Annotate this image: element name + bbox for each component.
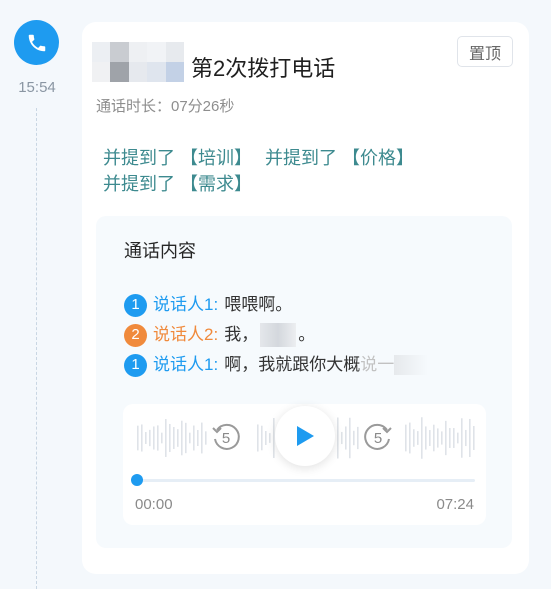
redacted-text	[260, 323, 297, 347]
timeline-line	[36, 108, 37, 589]
waveform-bar	[473, 425, 475, 451]
waveform-bar	[205, 431, 207, 445]
pin-to-top-button[interactable]: 置顶	[457, 36, 513, 67]
waveform-bar	[469, 418, 471, 458]
call-time: 15:54	[18, 79, 56, 96]
waveform-bar	[185, 422, 187, 454]
waveform-bar	[137, 425, 139, 451]
waveform-bar	[453, 428, 455, 448]
waveform-bar	[353, 430, 355, 446]
current-time: 00:00	[135, 496, 173, 513]
waveform-bar	[173, 427, 175, 449]
skip-back-seconds: 5	[222, 430, 230, 447]
speech-text-end: 。	[298, 325, 316, 344]
play-button[interactable]	[275, 406, 335, 466]
call-content-panel: 通话内容 1 说话人1 : 喂喂啊。 2 说话人2 : 我， 。 1 说话人1 …	[96, 216, 512, 548]
speaker-number-badge: 2	[124, 323, 147, 347]
mention-demand: 并提到了 【需求】	[103, 174, 253, 194]
waveform-bar	[405, 424, 407, 452]
content-heading: 通话内容	[124, 241, 196, 261]
waveform-bar	[269, 433, 271, 443]
waveform-bar	[341, 431, 343, 445]
waveform-bar	[257, 424, 259, 452]
waveform-bar	[433, 424, 435, 452]
call-record-card: 第2次拨打电话 置顶 通话时长：07分26秒 并提到了 【培训】 并提到了 【价…	[82, 22, 529, 574]
waveform-bar	[465, 429, 467, 447]
speaker-colon: :	[213, 325, 219, 344]
waveform-bar	[201, 422, 203, 454]
transcript-line[interactable]: 2 说话人2 : 我， 。	[124, 323, 315, 347]
speaker-label: 说话人1	[153, 355, 214, 374]
waveform-bar	[457, 432, 459, 444]
waveform-bar	[449, 428, 451, 448]
transcript-line[interactable]: 1 说话人1 : 啊，我就跟你大概 说一	[124, 353, 429, 377]
waveform-bar	[157, 425, 159, 451]
waveform-bar	[193, 425, 195, 451]
waveform-bar	[357, 426, 359, 450]
mention-price: 并提到了 【价格】	[265, 148, 415, 168]
skip-forward-seconds: 5	[374, 430, 382, 447]
skip-back-icon[interactable]: 5	[209, 420, 243, 454]
waveform-bar	[165, 419, 167, 457]
text-fade-overlay	[394, 355, 429, 375]
phone-badge	[14, 20, 59, 65]
speaker-label: 说话人2	[153, 325, 214, 344]
audio-player: 5 5 00:00 07:24	[123, 404, 486, 525]
progress-handle[interactable]	[131, 474, 143, 486]
speaker-label: 说话人1	[153, 295, 214, 314]
speaker-number-badge: 1	[124, 353, 147, 377]
speaker-number-badge: 1	[124, 293, 147, 317]
waveform-bar	[417, 431, 419, 445]
waveform-bar	[145, 432, 147, 444]
waveform-bar	[141, 424, 143, 452]
call-duration: 通话时长：07分26秒	[96, 98, 235, 115]
waveform-bar	[149, 429, 151, 447]
phone-icon	[28, 34, 45, 51]
waveform-bar	[169, 423, 171, 453]
waveform-bar	[429, 430, 431, 446]
total-time: 07:24	[436, 496, 474, 513]
speaker-colon: :	[213, 295, 219, 314]
waveform-bar	[189, 432, 191, 444]
waveform-bar	[445, 420, 447, 456]
waveform-bar	[413, 429, 415, 447]
waveform-bar	[437, 428, 439, 448]
waveform-bar	[177, 429, 179, 447]
waveform-bar	[161, 432, 163, 444]
waveform-bar	[153, 426, 155, 450]
avatar	[92, 42, 184, 82]
waveform-bar	[337, 417, 339, 459]
speech-text: 啊，我就跟你大概	[224, 355, 361, 374]
waveform-bar	[425, 426, 427, 450]
waveform-bar	[349, 417, 351, 459]
skip-forward-icon[interactable]: 5	[361, 420, 395, 454]
card-title: 第2次拨打电话	[191, 56, 336, 81]
speech-text: 我，	[224, 325, 259, 344]
waveform-bar	[181, 420, 183, 456]
waveform-bar	[345, 426, 347, 450]
waveform-bar	[265, 431, 267, 445]
speaker-colon: :	[213, 355, 219, 374]
waveform-bar	[421, 417, 423, 459]
waveform-bar	[441, 431, 443, 445]
speech-text-faded: 说一	[360, 355, 395, 374]
mention-training: 并提到了 【培训】	[103, 148, 253, 168]
mention-tags: 并提到了 【培训】 并提到了 【价格】 并提到了 【需求】	[103, 145, 503, 197]
progress-track[interactable]	[137, 479, 475, 482]
transcript-line[interactable]: 1 说话人1 : 喂喂啊。	[124, 293, 292, 317]
play-icon	[297, 426, 314, 446]
waveform-bar	[261, 425, 263, 451]
speech-text: 喂喂啊。	[224, 295, 293, 314]
waveform-bar	[197, 430, 199, 446]
waveform-bar	[461, 418, 463, 458]
waveform-bar	[409, 422, 411, 454]
